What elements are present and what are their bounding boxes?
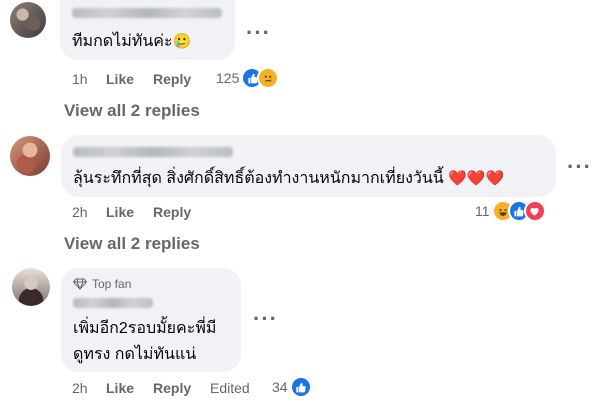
like-button[interactable]: Like	[106, 380, 134, 396]
top-fan-label: Top fan	[92, 277, 132, 291]
top-fan-badge: Top fan	[73, 277, 131, 291]
avatar[interactable]	[12, 268, 50, 306]
comment-bubble: ทีมกดไม่ทันค่ะ🥲	[60, 0, 235, 60]
comment-bubble: ลุ้นระทึกที่สุด สิ่งศักดิ์สิทธิ์ต้องทำงา…	[61, 135, 556, 197]
comment-emoji: 🥲	[172, 33, 192, 50]
comment-time[interactable]: 2h	[72, 380, 88, 396]
comment-text: ทีมกดไม่ทันค่ะ🥲	[72, 31, 191, 52]
comment-bubble: Top fan เพิ่มอีก2รอบมั้ยคะพี่มี ดูทรง กด…	[61, 268, 241, 372]
reply-button[interactable]: Reply	[153, 204, 191, 220]
view-replies-link[interactable]: View all 2 replies	[64, 234, 200, 254]
reply-button[interactable]: Reply	[153, 71, 191, 87]
comment-text-body: ทีมกดไม่ทันค่ะ	[72, 33, 173, 50]
more-options-icon[interactable]: ···	[567, 156, 592, 178]
reaction-count: 34	[272, 379, 288, 395]
comment-text: ลุ้นระทึกที่สุด สิ่งศักดิ์สิทธิ์ต้องทำงา…	[73, 168, 504, 189]
diamond-icon	[73, 278, 87, 290]
reaction-summary[interactable]: 125	[216, 66, 280, 90]
view-replies-link[interactable]: View all 2 replies	[64, 101, 200, 121]
comment-time[interactable]: 2h	[72, 204, 88, 220]
more-options-icon[interactable]: ···	[253, 308, 278, 330]
edited-label: Edited	[210, 380, 250, 396]
comment-text-line-2: ดูทรง กดไม่ทันแน่	[73, 346, 197, 363]
avatar[interactable]	[10, 2, 46, 38]
like-button[interactable]: Like	[106, 204, 134, 220]
reply-button[interactable]: Reply	[153, 380, 191, 396]
more-options-icon[interactable]: ···	[246, 22, 271, 44]
comment-text-line-1: เพิ่มอีก2รอบมั้ยคะพี่มี	[73, 320, 217, 337]
comment-text-body: ลุ้นระทึกที่สุด สิ่งศักดิ์สิทธิ์ต้องทำงา…	[73, 170, 444, 187]
reaction-count: 125	[216, 70, 240, 86]
reaction-summary[interactable]: 34	[272, 375, 312, 399]
like-reaction-icon	[289, 376, 312, 398]
love-reaction-icon	[523, 200, 546, 222]
author-name[interactable]	[73, 147, 233, 157]
reaction-count: 11	[475, 203, 490, 219]
like-button[interactable]: Like	[106, 71, 134, 87]
author-name[interactable]	[73, 298, 153, 308]
comment-time[interactable]: 1h	[72, 71, 88, 87]
author-name[interactable]	[72, 8, 222, 18]
avatar[interactable]	[10, 136, 50, 176]
reaction-summary[interactable]: 11	[475, 199, 546, 223]
sad-reaction-icon	[257, 67, 280, 89]
comment-emoji: ❤️❤️❤️	[448, 170, 505, 187]
